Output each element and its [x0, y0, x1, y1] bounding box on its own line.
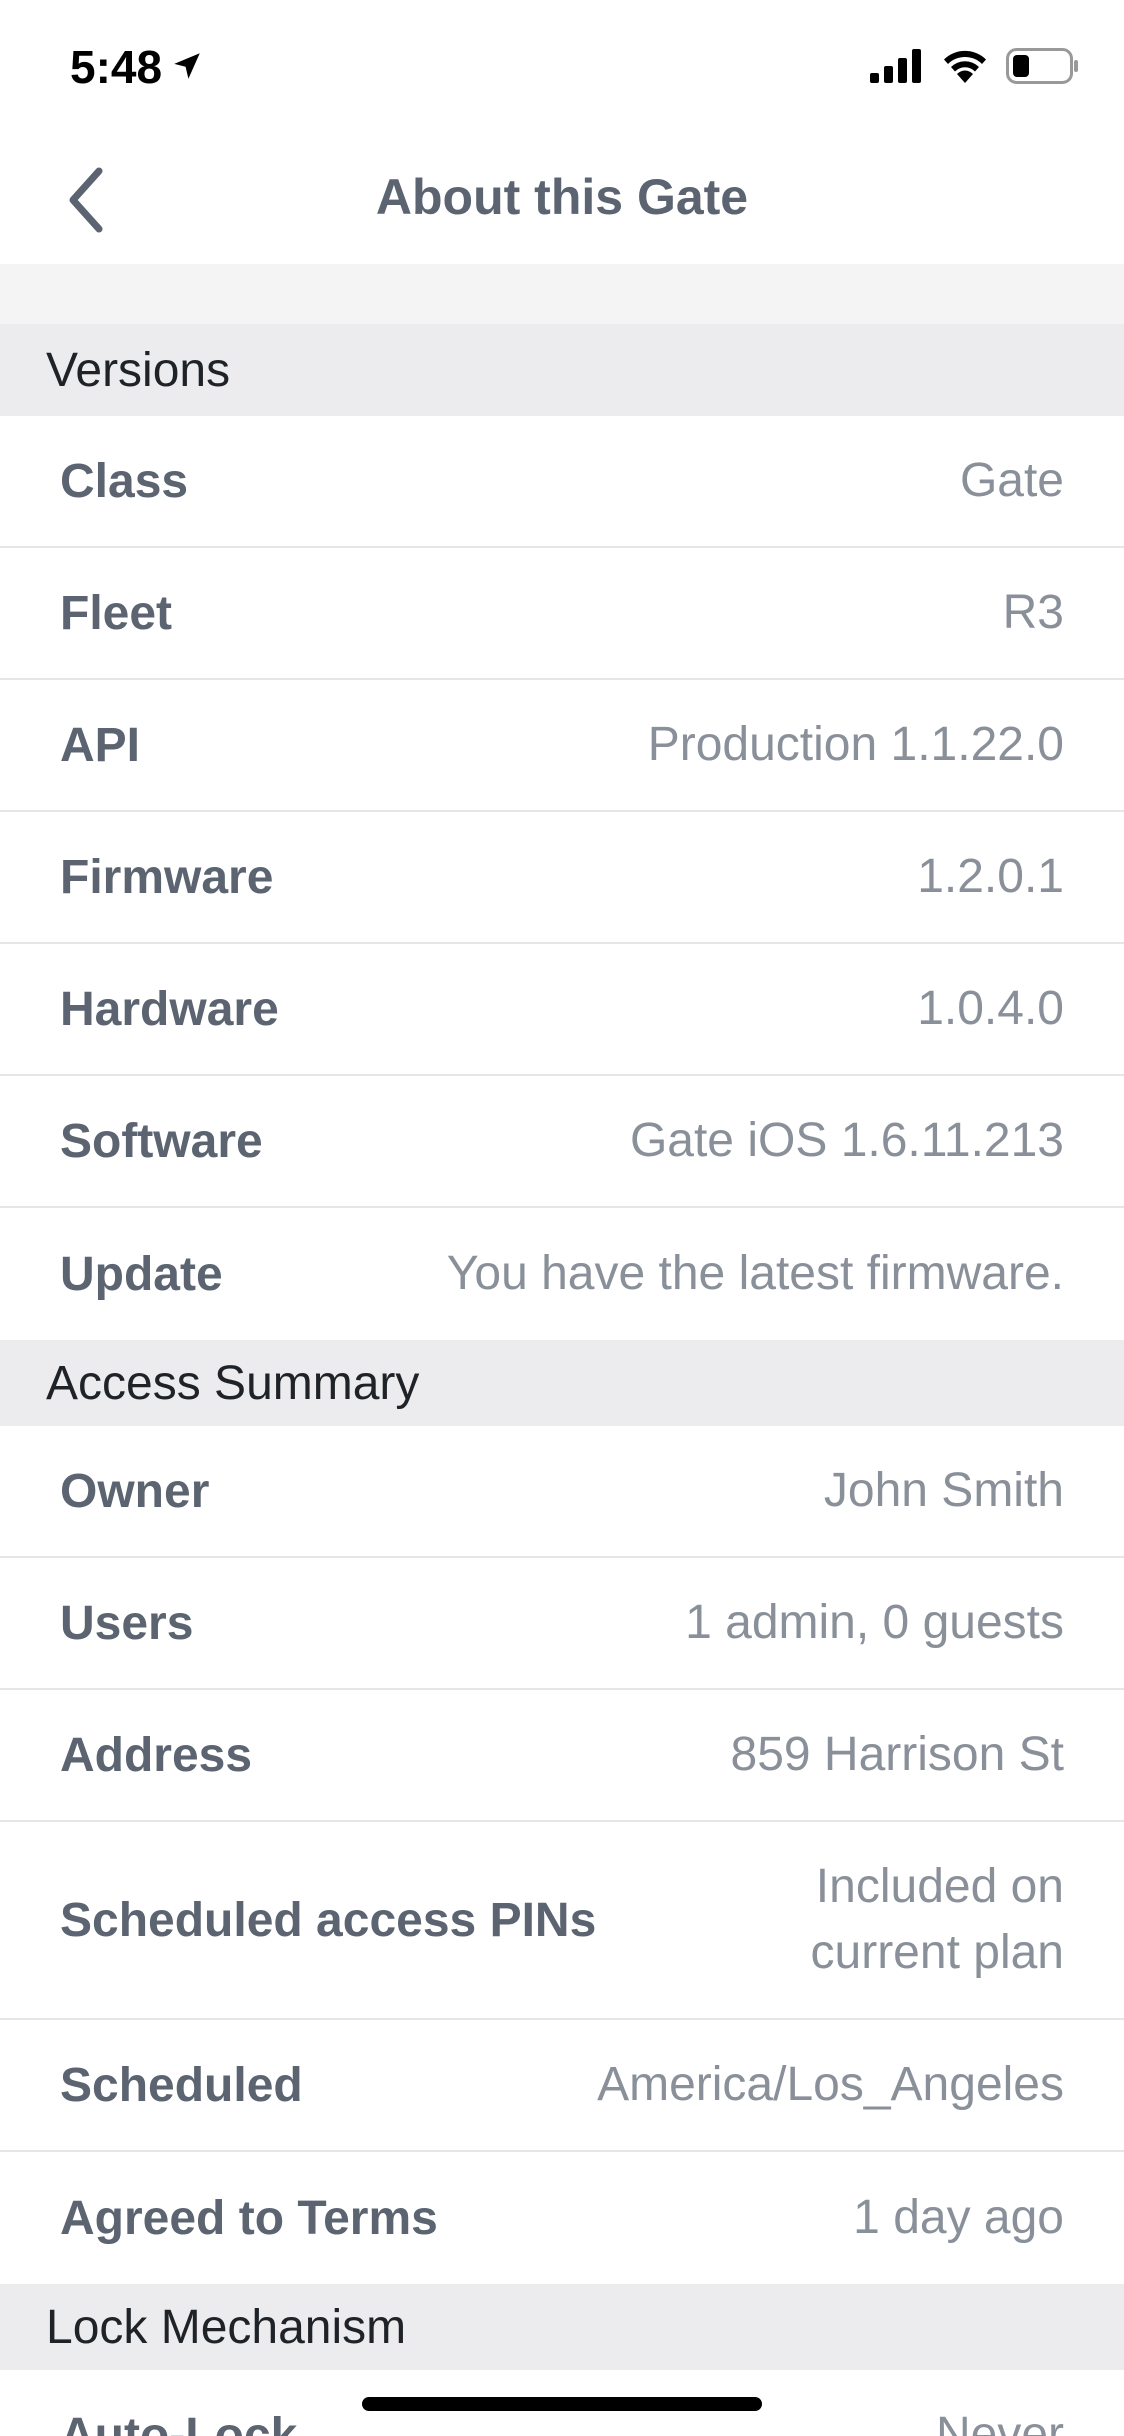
row-value: Included on current plan — [810, 1860, 1064, 1979]
row-label: Hardware — [60, 982, 279, 1036]
row-value: Never — [935, 2408, 1064, 2436]
row-agreed-to-terms[interactable]: Agreed to Terms 1 day ago — [0, 2152, 1124, 2284]
row-value: Production 1.1.22.0 — [647, 718, 1064, 771]
row-value: R3 — [1002, 586, 1064, 639]
settings-list: Versions Class Gate Fleet R3 API Product… — [0, 324, 1124, 2436]
row-value: Gate iOS 1.6.11.213 — [629, 1114, 1064, 1167]
status-time-group: 5:48 — [70, 40, 204, 94]
location-arrow-icon — [170, 40, 204, 94]
row-value: John Smith — [823, 1464, 1064, 1517]
row-address[interactable]: Address 859 Harrison St — [0, 1690, 1124, 1822]
status-icons — [870, 48, 1080, 89]
row-scheduled-access-pins[interactable]: Scheduled access PINs Included on curren… — [0, 1822, 1124, 2020]
row-label: Auto-Lock — [60, 2408, 298, 2436]
section-header-access-summary: Access Summary — [0, 1340, 1124, 1426]
row-update[interactable]: Update You have the latest firmware. — [0, 1208, 1124, 1340]
row-scheduled[interactable]: Scheduled America/Los_Angeles — [0, 2020, 1124, 2152]
status-time: 5:48 — [70, 41, 163, 93]
status-bar: 5:48 — [0, 0, 1124, 132]
row-hardware: Hardware 1.0.4.0 — [0, 944, 1124, 1076]
row-value: 1.0.4.0 — [917, 982, 1064, 1035]
row-fleet: Fleet R3 — [0, 548, 1124, 680]
row-software: Software Gate iOS 1.6.11.213 — [0, 1076, 1124, 1208]
page-title: About this Gate — [375, 169, 749, 225]
home-indicator[interactable] — [362, 2397, 762, 2411]
navigation-bar: About this Gate — [0, 132, 1124, 264]
row-value: America/Los_Angeles — [597, 2058, 1064, 2111]
row-label: Users — [60, 1596, 194, 1650]
row-label: Agreed to Terms — [60, 2191, 438, 2245]
row-label: Scheduled — [60, 2058, 303, 2112]
cellular-signal-icon — [870, 49, 924, 88]
row-label: Firmware — [60, 850, 274, 904]
row-value: 1.2.0.1 — [917, 850, 1064, 903]
section-header-versions: Versions — [0, 324, 1124, 416]
row-class: Class Gate — [0, 416, 1124, 548]
row-label: API — [60, 718, 141, 772]
row-value: Gate — [959, 454, 1064, 507]
battery-icon — [1006, 48, 1080, 89]
row-label: Scheduled access PINs — [60, 1893, 597, 1947]
row-label: Address — [60, 1728, 253, 1782]
row-value: 859 Harrison St — [730, 1728, 1065, 1781]
row-label: Class — [60, 454, 189, 508]
row-firmware: Firmware 1.2.0.1 — [0, 812, 1124, 944]
section-header-lock-mechanism: Lock Mechanism — [0, 2284, 1124, 2370]
row-label: Fleet — [60, 586, 173, 640]
row-label: Update — [60, 1247, 223, 1301]
row-api: API Production 1.1.22.0 — [0, 680, 1124, 812]
row-label: Owner — [60, 1464, 210, 1518]
wifi-icon — [942, 49, 988, 88]
row-label: Software — [60, 1114, 263, 1168]
row-value: You have the latest firmware. — [446, 1247, 1064, 1300]
about-gate-screen: 5:48 About this Gate Versions Class Gate… — [0, 0, 1124, 2436]
row-value: 1 day ago — [853, 2191, 1064, 2244]
row-owner: Owner John Smith — [0, 1426, 1124, 1558]
row-value: 1 admin, 0 guests — [685, 1596, 1064, 1649]
row-users[interactable]: Users 1 admin, 0 guests — [0, 1558, 1124, 1690]
spacer-band — [0, 264, 1124, 324]
